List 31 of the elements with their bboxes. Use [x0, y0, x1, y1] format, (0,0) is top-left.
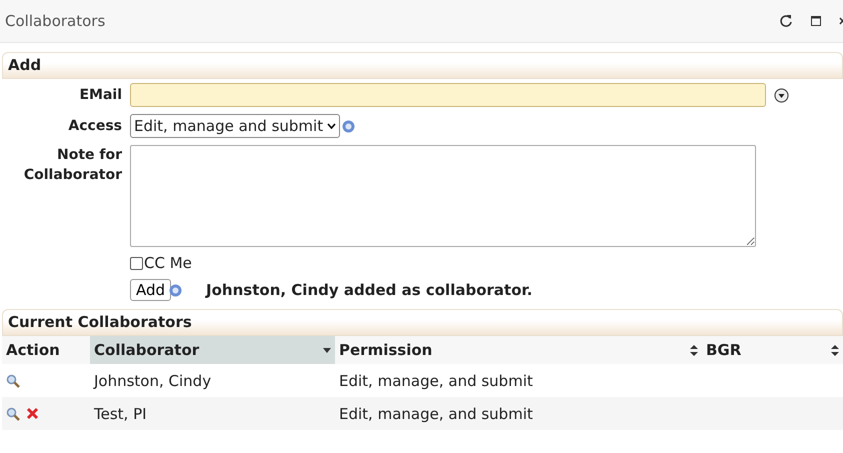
add-button[interactable]: Add [130, 279, 172, 301]
column-header[interactable]: Action [2, 336, 90, 364]
column-header[interactable]: Collaborator [90, 336, 335, 364]
sort-icon [323, 348, 331, 352]
field-label: EMail [78, 87, 122, 103]
window-title: Collaborators [5, 12, 106, 30]
table-cell: Edit, manage, and submit [335, 364, 702, 397]
column-header[interactable]: Permission [335, 336, 702, 364]
magnifier-icon[interactable] [6, 406, 20, 420]
sort-icon [690, 344, 698, 356]
status-message: Johnston, Cindy added as collaborator. [206, 281, 532, 299]
table-cell: Test, PI [90, 397, 335, 430]
note-field[interactable] [130, 145, 756, 247]
section-header: Add [2, 52, 843, 79]
dropdown-icon[interactable] [774, 88, 789, 102]
email-field[interactable] [130, 83, 766, 107]
magnifier-icon[interactable] [6, 374, 20, 388]
column-header[interactable]: BGR [702, 336, 843, 364]
maximize-icon[interactable] [811, 16, 821, 26]
delete-icon[interactable] [26, 407, 39, 420]
refresh-icon[interactable] [779, 14, 793, 28]
access-select[interactable]: Edit, manage and submit [130, 114, 340, 138]
table-cell: Johnston, Cindy [90, 364, 335, 397]
field-label: Access [67, 118, 122, 134]
checkbox-label: CC Me [144, 254, 192, 272]
table-cell: Edit, manage, and submit [335, 397, 702, 430]
chevron-icon [327, 123, 336, 129]
checkbox[interactable] [130, 256, 143, 270]
sort-icon [831, 344, 839, 356]
section-header: Current Collaborators [2, 309, 843, 336]
field-label: Note for Collaborator [22, 146, 122, 185]
